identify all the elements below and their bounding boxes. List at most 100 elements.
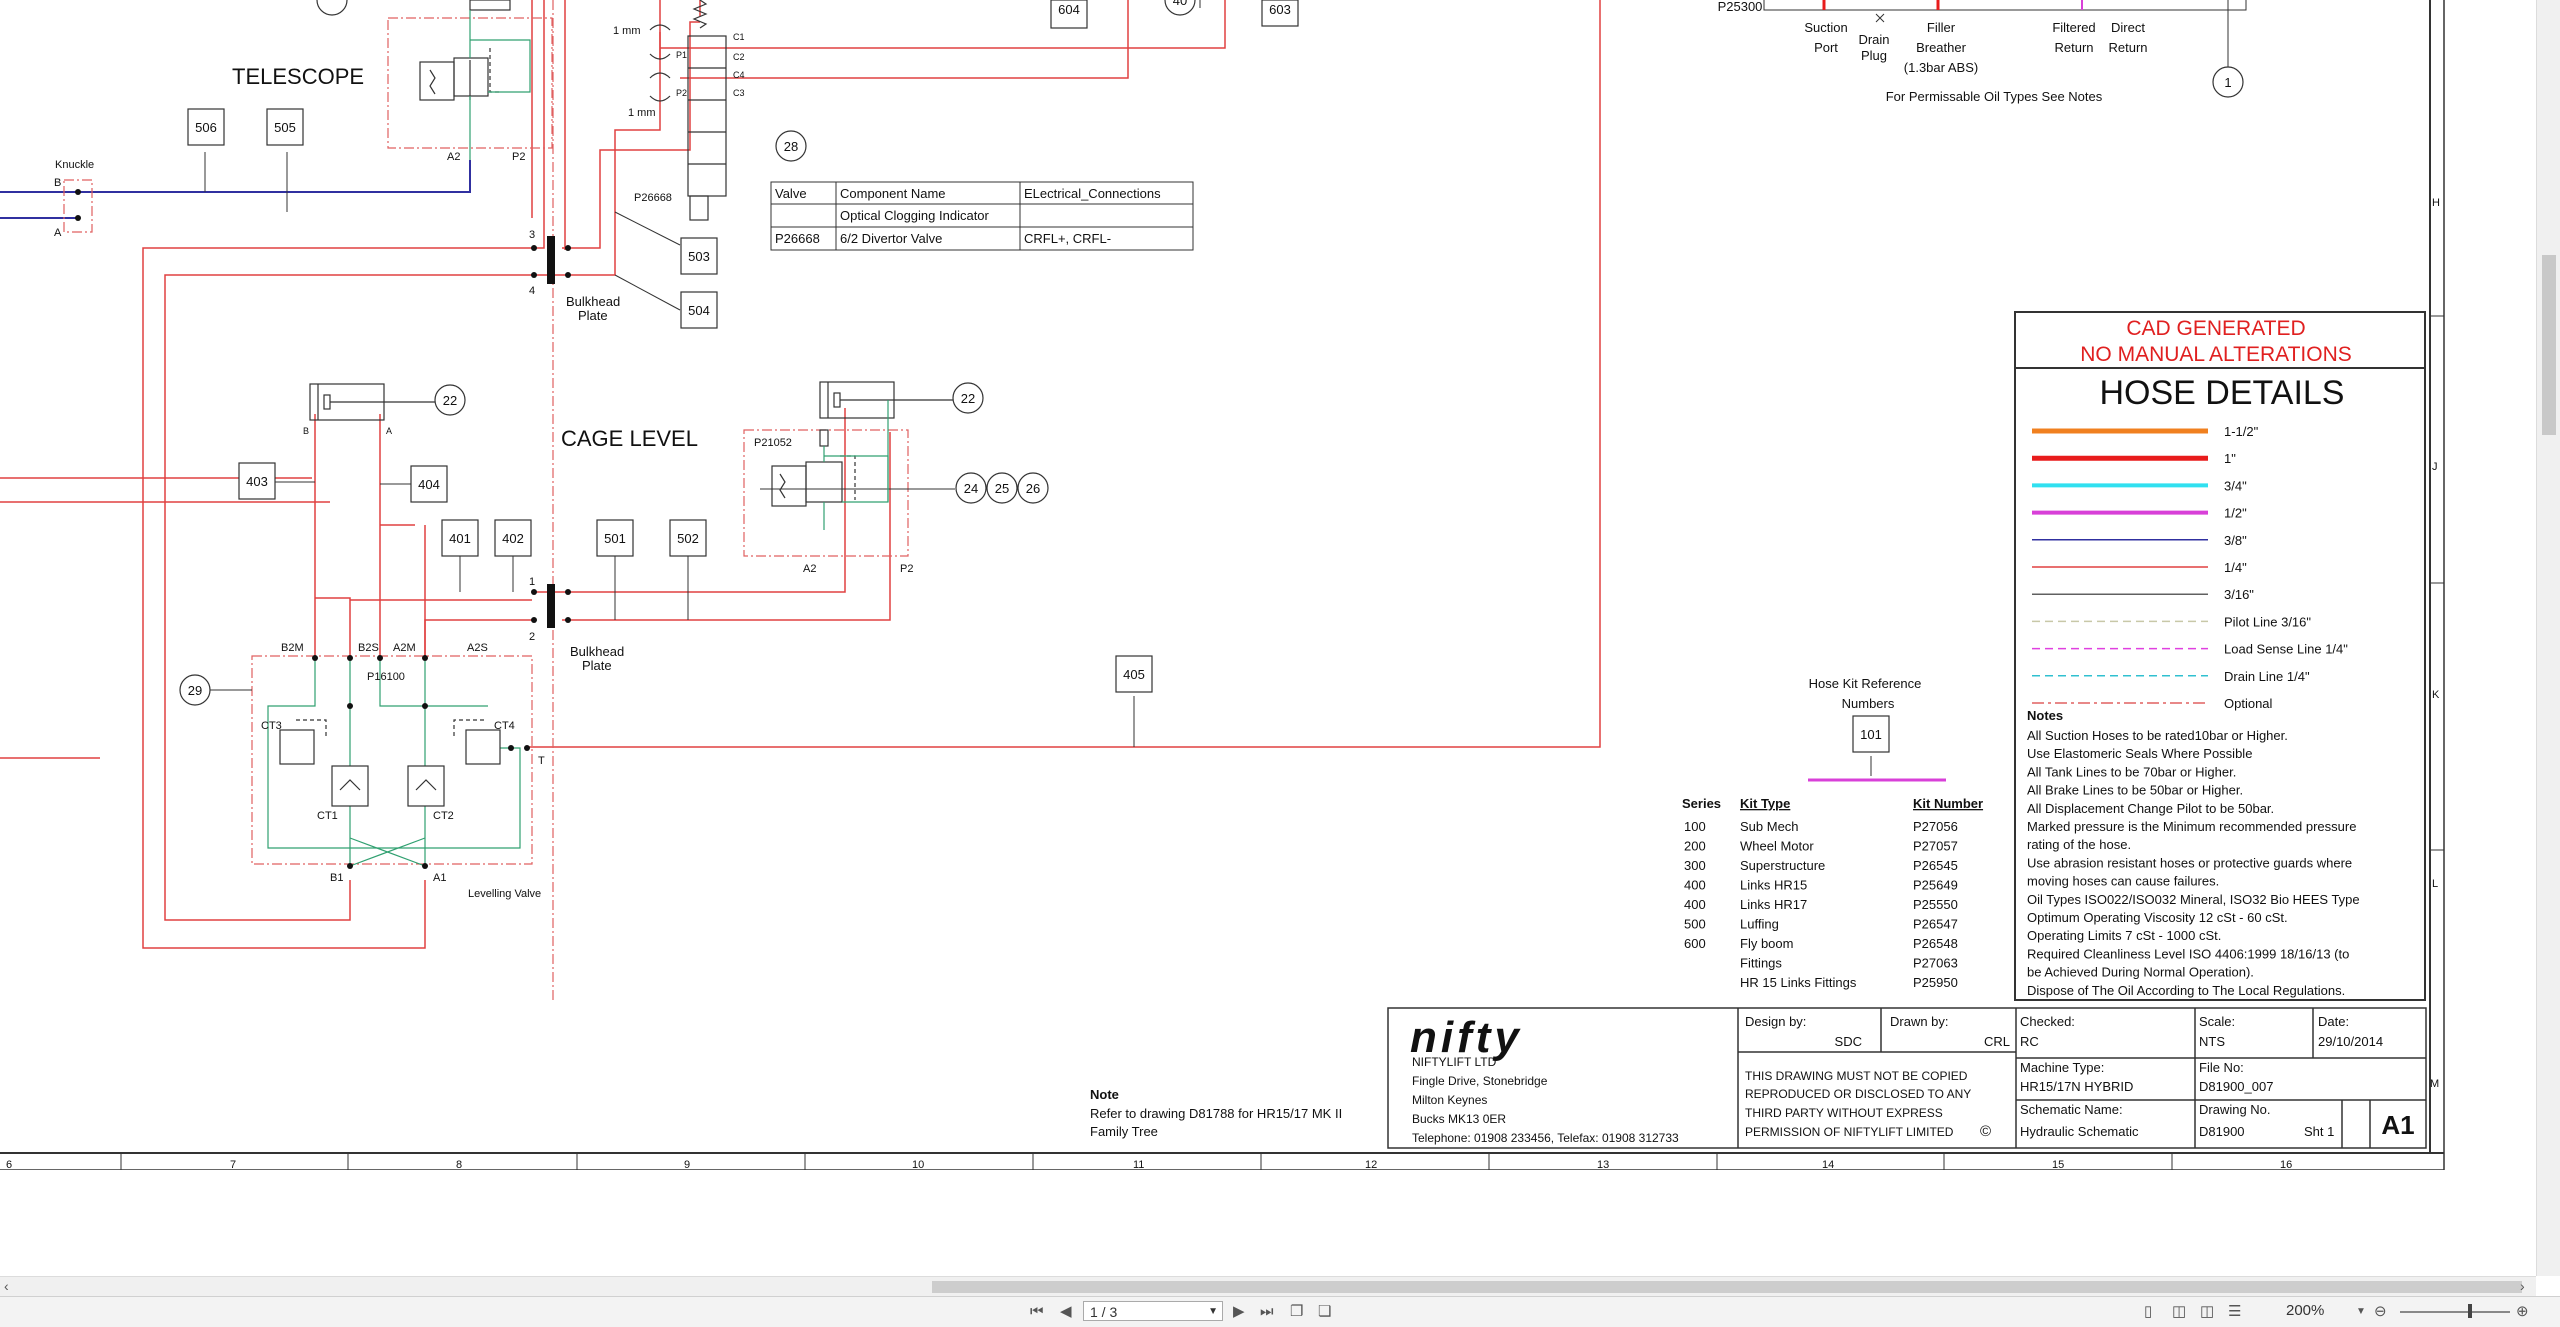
next-page-icon[interactable]: ▶ [1233,1302,1245,1322]
series-cell: Links HR15 [1740,878,1807,893]
cartridge-label: CT2 [433,810,454,822]
fit-page-icon[interactable]: ☰ [2228,1302,2241,1322]
grid-col: 15 [2052,1159,2064,1170]
series-cell: 400 [1684,897,1706,912]
continuous-page-icon[interactable]: ◫ [2172,1302,2186,1322]
port-label: C4 [733,70,745,80]
valve-id: P16100 [367,671,405,683]
valve-table-header: Valve [775,186,807,201]
vertical-scrollbar[interactable] [2536,0,2560,1276]
ref-circle-label: 28 [784,139,798,154]
hose-label: 3/8" [2224,533,2247,548]
paste-view-icon[interactable]: ❏ [1318,1302,1331,1322]
series-cell: P27057 [1913,839,1958,854]
viewer-toolbar: ⏮ ◀ 1 / 3 ▼ ▶ ⏭ ❐ ❏ ▯ ◫ ◫ ☰ 200% ▼ ⊖ ⊕ [0,1296,2560,1327]
prev-page-icon[interactable]: ◀ [1060,1302,1072,1322]
copy-view-icon[interactable]: ❐ [1290,1302,1303,1322]
scroll-right-icon[interactable]: › [2520,1278,2525,1294]
drawing-note-title: Note [1090,1087,1119,1102]
cad-notice: NO MANUAL ALTERATIONS [2080,343,2352,366]
single-page-icon[interactable]: ▯ [2144,1302,2152,1322]
series-table: 100 Sub Mech P27056 200 Wheel Motor P27057 300… [1684,819,1958,990]
tank-port-label: Plug [1861,48,1887,63]
drawing-note: Refer to drawing D81788 for HR15/17 MK I… [1090,1106,1342,1121]
zoom-level[interactable]: 200% [2286,1302,2324,1319]
tank-port-label: Direct [2111,20,2145,35]
zoom-dropdown-icon[interactable]: ▼ [2356,1302,2366,1322]
grid-row: H [2432,197,2440,209]
series-cell: P25550 [1913,897,1958,912]
series-cell: Links HR17 [1740,897,1807,912]
note-line: Use abrasion resistant hoses or protecti… [2027,855,2352,870]
ref-circle-label: 22 [443,393,457,408]
field-label: Design by: [1745,1014,1806,1029]
grid-col: 6 [6,1159,12,1170]
drawn-by: CRL [1984,1034,2010,1049]
cartridge-label: CT3 [261,720,282,732]
note-line: Operating Limits 7 cSt - 1000 cSt. [2027,928,2221,943]
box-label: 403 [246,474,268,489]
hose-label: 3/16" [2224,587,2254,602]
cage-level-label: CAGE LEVEL [561,426,698,451]
series-cell: 100 [1684,819,1706,834]
grid-col: 7 [230,1159,236,1170]
company-address: Telephone: 01908 233456, Telefax: 01908 … [1412,1131,1679,1145]
levelling-valve-label: Levelling Valve [468,888,541,900]
cartridge-label: CT1 [317,810,338,822]
telescope-valve [419,0,511,101]
zoom-out-icon[interactable]: ⊖ [2374,1302,2387,1322]
ref-circle-label: 40 [1173,0,1187,8]
first-page-icon[interactable]: ⏮ [1030,1302,1044,1322]
note-line: Optimum Operating Viscosity 12 cSt - 60 … [2027,910,2288,925]
two-page-icon[interactable]: ◫ [2200,1302,2214,1322]
note-line: All Tank Lines to be 70bar or Higher. [2027,764,2236,779]
page-number-input[interactable]: 1 / 3 ▼ [1083,1301,1223,1321]
sheet-size: A1 [2381,1110,2414,1140]
drawing-note: Family Tree [1090,1124,1158,1139]
note-line: moving hoses can cause failures. [2027,874,2219,889]
port-label: A1 [433,872,446,884]
grid-col: 12 [1365,1159,1377,1170]
note-line: rating of the hose. [2027,837,2131,852]
port-label: T [538,755,545,767]
notes-list: All Suction Hoses to be rated10bar or Hi… [2027,728,2360,998]
cad-notice: CAD GENERATED [2126,317,2305,340]
box-label: 604 [1058,2,1080,17]
note-line: Dispose of The Oil According to The Loca… [2027,983,2345,998]
last-page-icon[interactable]: ⏭ [1260,1302,1274,1322]
box-label: 505 [274,120,296,135]
tank-port-label: (1.3bar ABS) [1904,60,1978,75]
note-line: Use Elastomeric Seals Where Possible [2027,746,2252,761]
knuckle-label: Knuckle [55,159,94,171]
series-cell: 500 [1684,917,1706,932]
zoom-in-icon[interactable]: ⊕ [2516,1302,2529,1322]
scroll-left-icon[interactable]: ‹ [4,1278,9,1294]
horizontal-scrollbar[interactable]: ‹ › [0,1276,2536,1297]
horizontal-scroll-thumb[interactable] [932,1281,2522,1293]
port-label: A2M [393,642,416,654]
box-label: 603 [1269,2,1291,17]
hose-kit-label: Numbers [1842,696,1895,711]
copy-warning: THIS DRAWING MUST NOT BE COPIED [1745,1069,1968,1083]
scale: NTS [2199,1034,2225,1049]
copy-warning: PERMISSION OF NIFTYLIFT LIMITED [1745,1125,1954,1139]
tank-port-label: Return [2054,40,2093,55]
zoom-slider[interactable] [2400,1311,2510,1313]
port-label: B2S [358,642,379,654]
series-cell: 300 [1684,858,1706,873]
field-label: Schematic Name: [2020,1102,2123,1117]
hose-label: Load Sense Line 1/4" [2224,642,2348,657]
grid-col: 8 [456,1159,462,1170]
box-label: 504 [688,303,710,318]
series-cell: P26545 [1913,858,1958,873]
vertical-scroll-thumb[interactable] [2542,255,2556,435]
zoom-slider-handle[interactable] [2468,1304,2472,1318]
sheet-no: Sht 1 [2304,1124,2334,1139]
hose-details-title: HOSE DETAILS [2100,374,2345,412]
grid-col: 13 [1597,1159,1609,1170]
grid-row: M [2430,1078,2439,1090]
field-label: Date: [2318,1014,2349,1029]
company-address: Fingle Drive, Stonebridge [1412,1074,1548,1088]
port-label: P2 [676,88,687,98]
tank-id: P25300 [1718,0,1763,14]
